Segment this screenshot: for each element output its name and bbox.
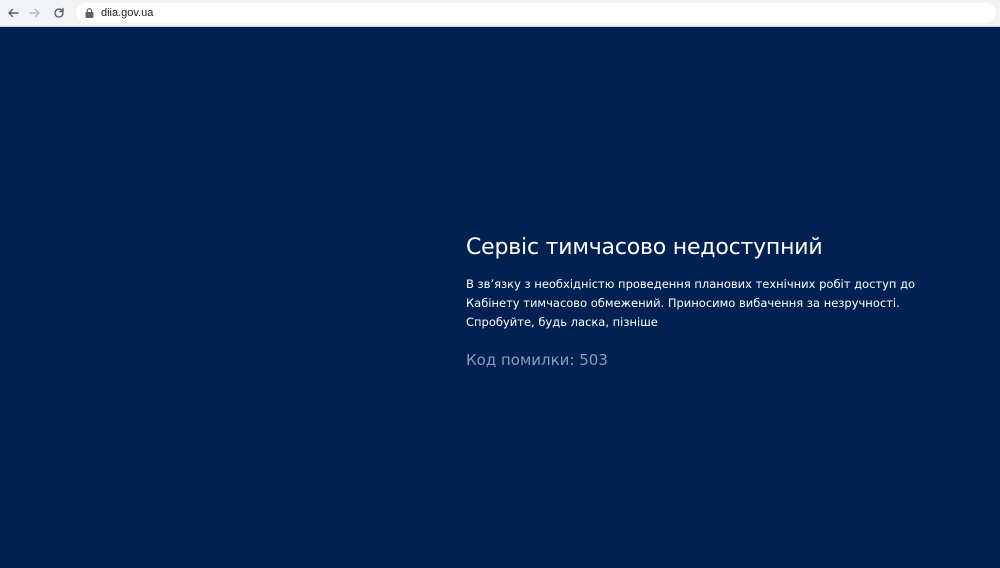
description-line: В зв’язку з необхідністю проведення план… bbox=[466, 277, 916, 291]
arrow-right-icon bbox=[29, 8, 40, 18]
url-text: diia.gov.ua bbox=[101, 7, 154, 19]
address-bar[interactable]: diia.gov.ua bbox=[76, 3, 996, 23]
arrow-left-icon bbox=[8, 8, 19, 18]
back-button[interactable] bbox=[4, 4, 22, 22]
error-description: В зв’язку з необхідністю проведення план… bbox=[466, 275, 916, 332]
description-line: Спробуйте, будь ласка, пізніше bbox=[466, 315, 658, 329]
forward-button[interactable] bbox=[26, 4, 44, 22]
page-title: Сервіс тимчасово недоступний bbox=[466, 235, 823, 260]
browser-toolbar: diia.gov.ua bbox=[0, 0, 1000, 27]
error-code: Код помилки: 503 bbox=[466, 351, 608, 369]
lock-icon bbox=[85, 8, 94, 18]
error-content: Сервіс тимчасово недоступний В зв’язку з… bbox=[466, 234, 966, 370]
reload-button[interactable] bbox=[50, 4, 68, 22]
description-line: Кабінету тимчасово обмежений. Приносимо … bbox=[466, 296, 900, 310]
reload-icon bbox=[54, 7, 64, 18]
